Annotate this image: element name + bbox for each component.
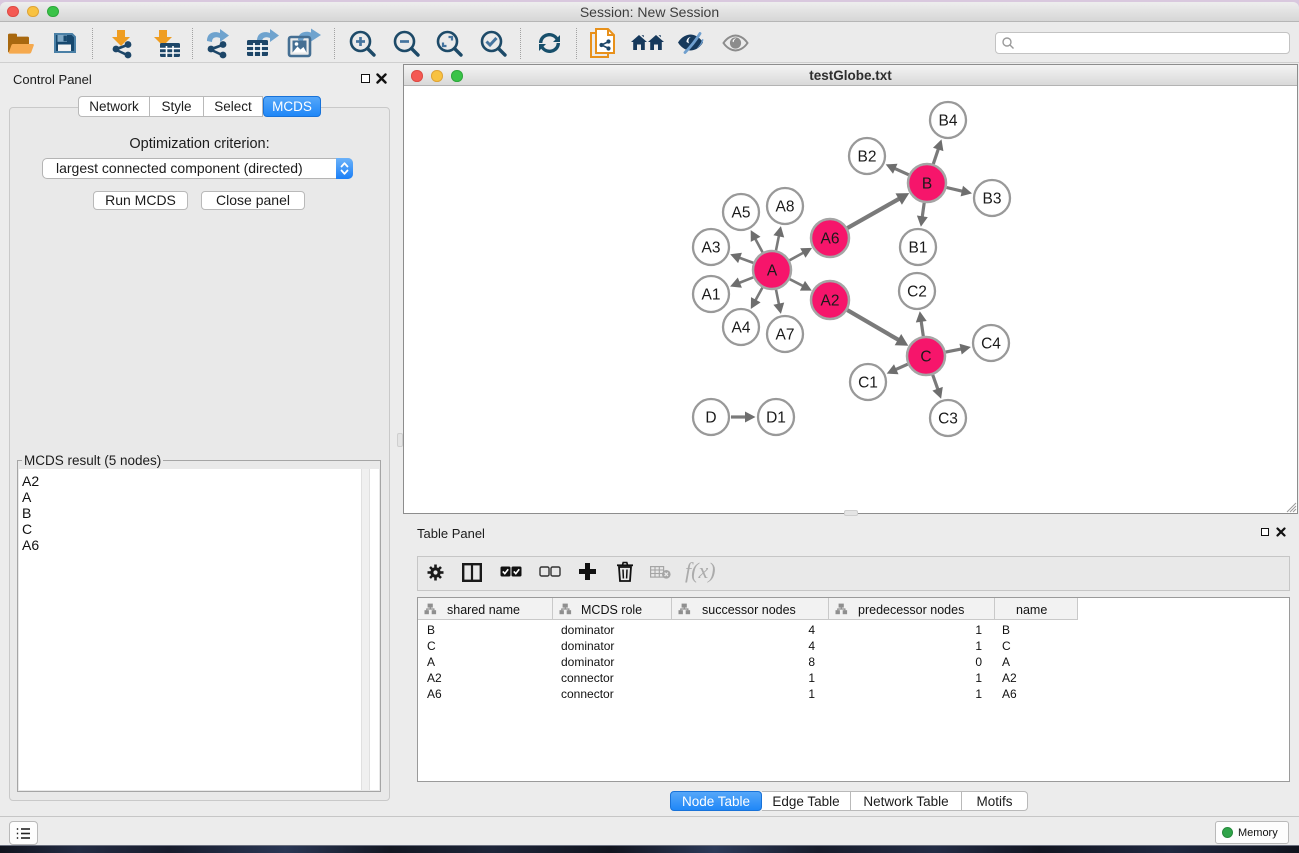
- svg-text:A8: A8: [776, 199, 795, 216]
- svg-text:C2: C2: [907, 284, 927, 301]
- svg-text:A5: A5: [732, 205, 751, 222]
- svg-text:A1: A1: [702, 287, 721, 304]
- svg-text:B4: B4: [939, 113, 958, 130]
- svg-text:A6: A6: [821, 231, 840, 248]
- svg-text:C4: C4: [981, 336, 1001, 353]
- svg-text:D: D: [705, 410, 716, 427]
- svg-text:A2: A2: [821, 293, 840, 310]
- svg-text:C1: C1: [858, 375, 878, 392]
- svg-text:A4: A4: [732, 320, 751, 337]
- svg-text:C: C: [920, 349, 931, 366]
- svg-text:D1: D1: [766, 410, 786, 427]
- svg-text:B1: B1: [909, 240, 928, 257]
- svg-text:B2: B2: [858, 149, 877, 166]
- svg-text:B3: B3: [983, 191, 1002, 208]
- svg-text:C3: C3: [938, 411, 958, 428]
- svg-text:A: A: [767, 263, 778, 280]
- svg-text:B: B: [922, 176, 932, 193]
- svg-text:A3: A3: [702, 240, 721, 257]
- svg-text:A7: A7: [776, 327, 795, 344]
